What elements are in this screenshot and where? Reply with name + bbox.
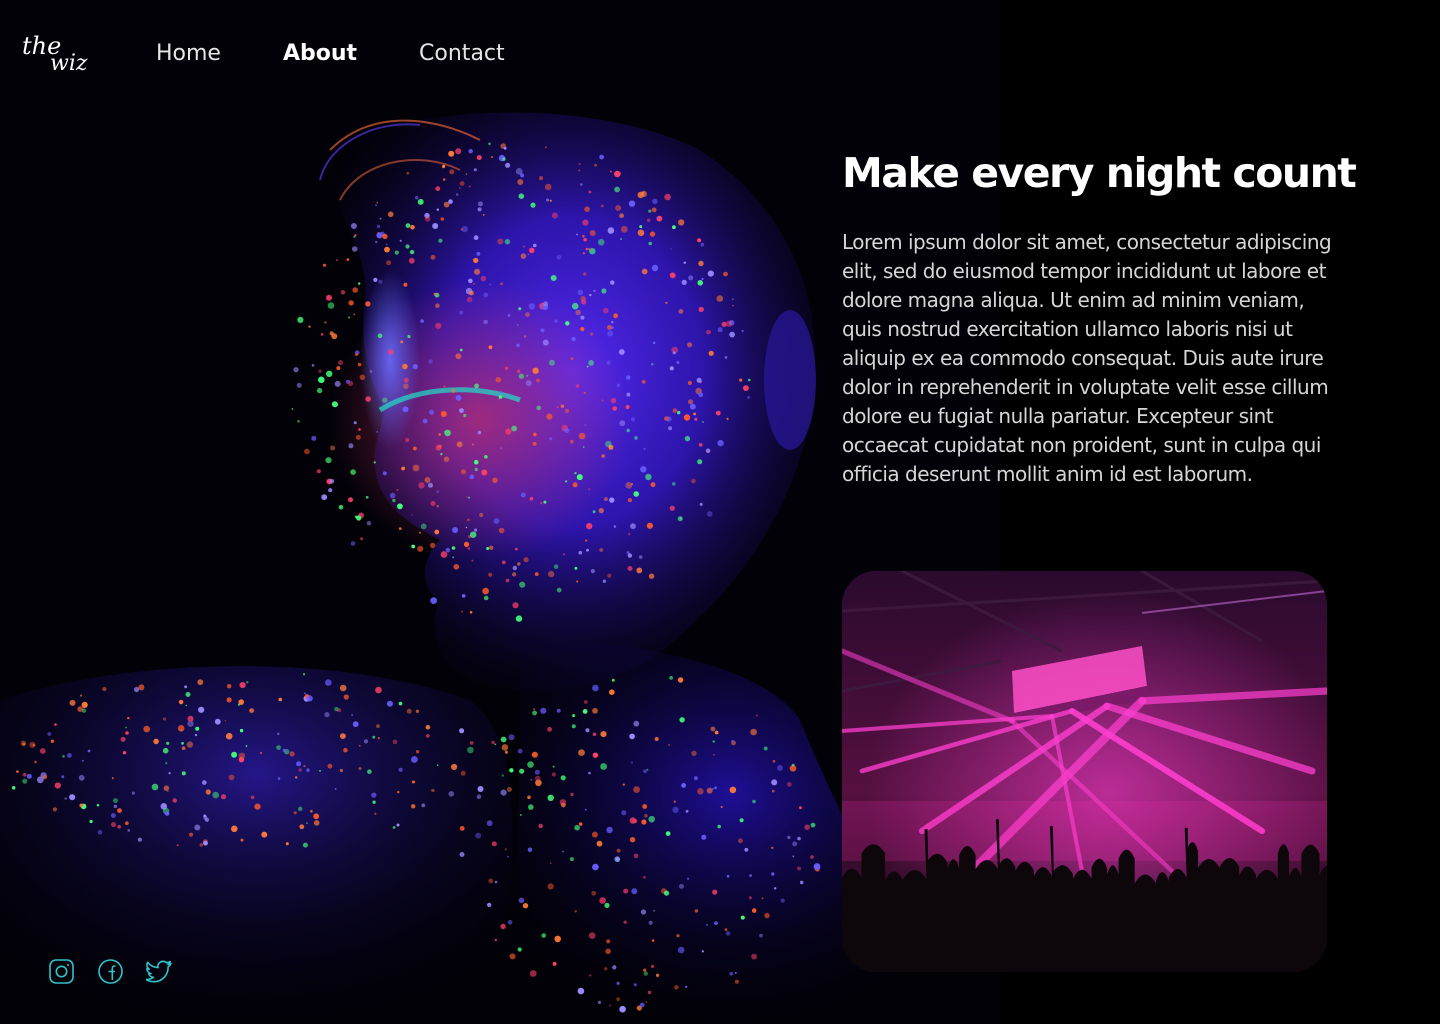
logo-text-line2: wiz [50, 51, 88, 76]
facebook-icon[interactable] [97, 958, 124, 985]
twitter-icon[interactable] [146, 958, 173, 985]
body-paragraph: Lorem ipsum dolor sit amet, consectetur … [842, 230, 1332, 486]
landing-page: the wiz Home About Contact Make every ni… [0, 0, 1440, 1024]
instagram-icon[interactable] [48, 958, 75, 985]
page-headline: Make every night count [842, 149, 1357, 197]
event-photo [842, 571, 1327, 972]
logo[interactable]: the wiz [20, 30, 92, 76]
nav-home-link[interactable]: Home [156, 38, 221, 70]
main-navigation: Home About Contact [156, 38, 505, 70]
nav-contact-link[interactable]: Contact [419, 38, 505, 70]
social-links [48, 958, 173, 985]
nav-about-link[interactable]: About [283, 38, 357, 70]
